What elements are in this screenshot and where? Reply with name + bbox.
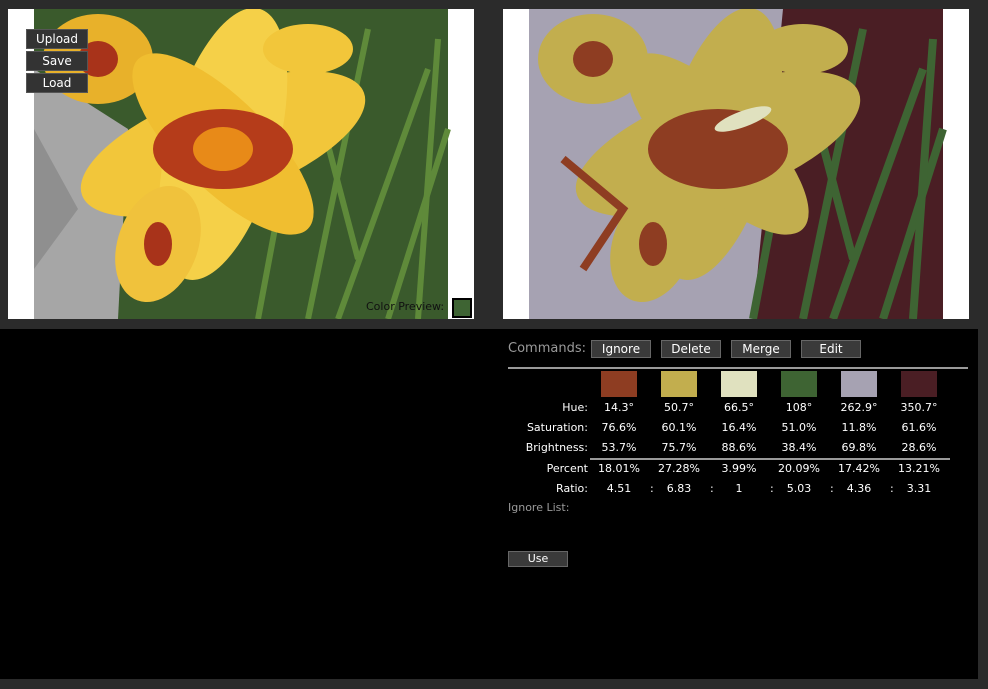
hue-value: 14.3°: [604, 401, 634, 414]
saturation-value: 61.6%: [901, 421, 937, 434]
original-image-panel: Upload Save Load Color Preview:: [0, 0, 483, 329]
hue-value: 108°: [785, 401, 813, 414]
edit-button[interactable]: Edit: [801, 340, 861, 358]
palette-swatch-5[interactable]: [841, 371, 877, 397]
brightness-value: 28.6%: [901, 441, 937, 454]
palette-swatch-1[interactable]: [601, 371, 637, 397]
ratio-label: Ratio:: [556, 482, 588, 495]
commands-label: Commands:: [508, 341, 586, 356]
hue-label: Hue:: [562, 401, 588, 414]
percent-value: 20.09%: [778, 462, 820, 475]
hue-value: 262.9°: [840, 401, 878, 414]
ratio-value: 6.83: [666, 482, 692, 495]
saturation-value: 11.8%: [841, 421, 877, 434]
palette-panel: Commands: Ignore Delete Merge Edit Hue: …: [493, 329, 978, 679]
commands-divider: [508, 367, 968, 369]
percent-value: 18.01%: [598, 462, 640, 475]
file-button-stack: Upload Save Load: [26, 29, 88, 95]
empty-workspace: [0, 329, 493, 679]
saturation-value: 76.6%: [601, 421, 637, 434]
ignore-button[interactable]: Ignore: [591, 340, 651, 358]
brightness-value: 88.6%: [721, 441, 757, 454]
palette-swatch-2[interactable]: [661, 371, 697, 397]
brightness-value: 53.7%: [601, 441, 637, 454]
hue-value: 350.7°: [900, 401, 938, 414]
merge-button[interactable]: Merge: [731, 340, 791, 358]
quantized-image-frame: [503, 9, 969, 319]
percent-value: 13.21%: [898, 462, 940, 475]
ratio-value: 3.31: [906, 482, 932, 495]
brightness-label: Brightness:: [525, 441, 588, 454]
palette-swatch-4[interactable]: [781, 371, 817, 397]
palette-swatch-6[interactable]: [901, 371, 937, 397]
percent-divider: [590, 458, 950, 460]
ignore-list-label: Ignore List:: [508, 501, 570, 514]
color-preview-label: Color Preview:: [366, 300, 445, 313]
brightness-value: 75.7%: [661, 441, 697, 454]
ratio-value: 4.51: [606, 482, 632, 495]
quantized-image-panel: [493, 0, 978, 329]
color-preview-swatch: [452, 298, 472, 318]
palette-swatch-3[interactable]: [721, 371, 757, 397]
hue-value: 50.7°: [664, 401, 694, 414]
hue-value: 66.5°: [724, 401, 754, 414]
percent-value: 17.42%: [838, 462, 880, 475]
use-button[interactable]: Use: [508, 551, 568, 567]
original-image-frame: Upload Save Load Color Preview:: [8, 9, 474, 319]
percent-value: 3.99%: [721, 462, 757, 475]
saturation-label: Saturation:: [526, 421, 588, 434]
ratio-value: 5.03: [786, 482, 812, 495]
load-button[interactable]: Load: [26, 73, 88, 93]
percent-label: Percent: [546, 462, 588, 475]
save-button[interactable]: Save: [26, 51, 88, 71]
delete-button[interactable]: Delete: [661, 340, 721, 358]
brightness-value: 38.4%: [781, 441, 817, 454]
saturation-value: 51.0%: [781, 421, 817, 434]
ratio-value: 4.36: [846, 482, 872, 495]
quantized-flower-image[interactable]: [503, 9, 969, 319]
upload-button[interactable]: Upload: [26, 29, 88, 49]
saturation-value: 16.4%: [721, 421, 757, 434]
brightness-value: 69.8%: [841, 441, 877, 454]
ratio-value: 1: [735, 482, 743, 495]
percent-value: 27.28%: [658, 462, 700, 475]
saturation-value: 60.1%: [661, 421, 697, 434]
